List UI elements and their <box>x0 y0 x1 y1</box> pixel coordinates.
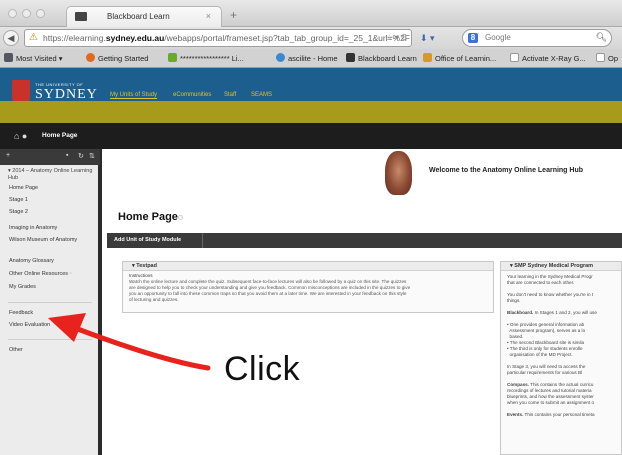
tab-title: Blackboard Learn <box>107 12 170 21</box>
module-title: ▾ SMP Sydney Medical Program <box>510 263 594 269</box>
module-header: ▾ SMP Sydney Medical Program <box>501 262 621 271</box>
address-bar[interactable]: ⚠ https://elearning.sydney.edu.au/webapp… <box>24 29 412 47</box>
bookmark-hidden[interactable]: ***************** Li... <box>168 53 244 63</box>
search-input[interactable]: 8 Google 🔍︎ <box>462 29 612 47</box>
browser-tab[interactable]: Blackboard Learn × <box>66 6 222 27</box>
module-header: ▾ Testpad <box>123 262 493 271</box>
sort-icon[interactable]: ⇅ <box>89 152 95 160</box>
sidebar-item-wilson-museum[interactable]: Wilson Museum of Anatomy <box>9 237 91 244</box>
refresh-icon[interactable]: ↻ <box>78 152 84 160</box>
blackboard-icon <box>346 53 355 62</box>
tab-ecommunities[interactable]: eCommunities <box>173 92 211 98</box>
header-gold-band <box>0 101 622 123</box>
zoom-window-button[interactable] <box>36 9 45 18</box>
external-link-icon: ▫ <box>69 271 72 277</box>
module-testpad: ▾ Testpad Instructions Watch the online … <box>122 261 494 313</box>
search-icon[interactable]: 🔍︎ <box>596 32 607 43</box>
welcome-banner-text: Welcome to the Anatomy Online Learning H… <box>429 167 584 174</box>
folder-icon <box>4 53 13 62</box>
search-engine-icon[interactable]: 8 <box>468 33 478 43</box>
url-text: https://elearning.sydney.edu.au/webapps/… <box>43 33 411 43</box>
breadcrumb-home-page[interactable]: Home Page <box>42 132 77 139</box>
bookmarks-bar: Most Visited ▾ Getting Started *********… <box>0 49 622 68</box>
search-placeholder: Google <box>485 33 511 42</box>
bookmark-overflow[interactable]: Op <box>596 53 618 63</box>
sidebar-toolbar: + ▪ ↻ ⇅ <box>0 149 100 165</box>
sidebar-item-stage-2[interactable]: Stage 2 <box>9 209 28 216</box>
module-text-line: Events. This contains your personal time… <box>507 412 595 417</box>
close-window-button[interactable] <box>8 9 17 18</box>
tab-staff[interactable]: Staff <box>224 92 236 98</box>
browser-titlebar: Blackboard Learn × + <box>0 0 622 27</box>
tab-my-units-of-study[interactable]: My Units of Study <box>110 92 158 99</box>
bookmark-ascilite[interactable]: ascilite - Home <box>276 53 338 63</box>
sidebar-item-other[interactable]: Other <box>9 347 23 354</box>
module-body: Your learning in the Sydney Medical Prog… <box>507 274 621 418</box>
bookmark-icon <box>168 53 177 62</box>
anatomy-head-image <box>385 151 412 195</box>
breadcrumb: ⌂ ● Home Page <box>0 123 622 149</box>
page-title: Home Page <box>118 211 178 223</box>
sidebar-item-imaging-in-anatomy[interactable]: Imaging in Anatomy <box>9 225 57 232</box>
download-icon[interactable]: ⬇ ▾ <box>420 33 435 44</box>
site-identity-icon[interactable]: ⚠ <box>29 32 38 43</box>
page-options-icon[interactable] <box>178 215 183 220</box>
tab-seams[interactable]: SEAMS <box>251 92 272 98</box>
back-button[interactable]: ◀ <box>3 30 19 46</box>
sidebar-divider <box>8 339 92 340</box>
sidebar-item-feedback[interactable]: Feedback <box>9 310 33 317</box>
action-bar-divider <box>202 233 203 248</box>
sidebar-item-home-page[interactable]: Home Page <box>9 185 38 192</box>
click-annotation-label: Click <box>224 350 301 388</box>
sidebar-item-other-online-resources[interactable]: Other Online Resources ▫ <box>9 271 71 278</box>
sidebar-item-stage-1[interactable]: Stage 1 <box>9 197 28 204</box>
course-menu: ▾ 2014 – Anatomy Online Learning Hub Hom… <box>0 165 98 455</box>
add-menu-item-icon[interactable]: + <box>6 152 10 159</box>
module-smp: ▾ SMP Sydney Medical Program Your learni… <box>500 261 622 455</box>
menu-options-icon[interactable]: ▪ <box>66 152 68 159</box>
bookmark-getting-started[interactable]: Getting Started <box>86 53 148 63</box>
url-tools[interactable]: ☆ ▾ C <box>386 33 407 42</box>
page-icon <box>510 53 519 62</box>
sidebar-item-video-evaluation[interactable]: Video Evaluation <box>9 322 50 329</box>
module-text-line: of lecturing and quizzes. <box>129 297 179 302</box>
home-icon[interactable]: ⌂ ● <box>14 131 27 141</box>
blackboard-favicon-icon <box>75 12 87 21</box>
firefox-icon <box>86 53 95 62</box>
browser-navbar: ◀ ⚠ https://elearning.sydney.edu.au/weba… <box>0 27 622 49</box>
ascilite-icon <box>276 53 285 62</box>
action-bar: Add Unit of Study Module <box>107 233 622 248</box>
content-area: Welcome to the Anatomy Online Learning H… <box>102 149 622 455</box>
page-icon <box>596 53 605 62</box>
office-icon <box>423 53 432 62</box>
bookmark-activate-xray[interactable]: Activate X-Ray G... <box>510 53 586 63</box>
sidebar-divider <box>8 302 92 303</box>
bookmark-blackboard[interactable]: Blackboard Learn <box>346 53 417 63</box>
sidebar-item-my-grades[interactable]: My Grades <box>9 284 36 291</box>
site-header: THE UNIVERSITY OF SYDNEY My Units of Stu… <box>0 68 622 123</box>
add-module-button[interactable]: Add Unit of Study Module <box>114 237 181 243</box>
course-title[interactable]: ▾ 2014 – Anatomy Online Learning Hub <box>8 168 94 182</box>
minimize-window-button[interactable] <box>22 9 31 18</box>
bookmark-office-of-learning[interactable]: Office of Learnin... <box>423 53 496 63</box>
sidebar-item-anatomy-glossary[interactable]: Anatomy Glossary <box>9 258 54 265</box>
module-title: ▾ Testpad <box>132 263 157 269</box>
tab-close-icon[interactable]: × <box>206 11 211 21</box>
bookmark-most-visited[interactable]: Most Visited ▾ <box>4 53 63 63</box>
new-tab-button[interactable]: + <box>230 8 237 22</box>
